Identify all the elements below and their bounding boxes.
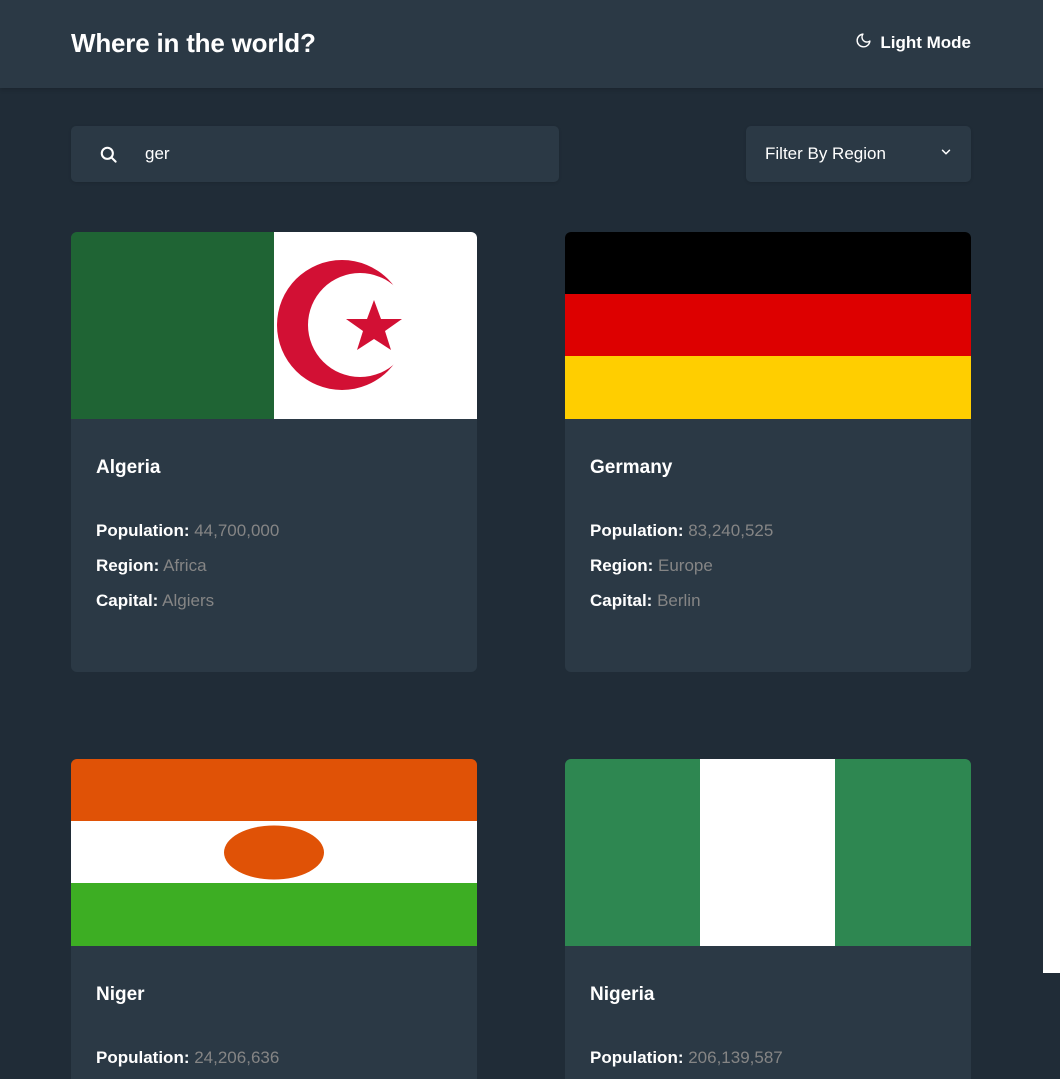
population-row: Population: 24,206,636 <box>96 1040 452 1075</box>
chevron-down-icon <box>939 144 953 164</box>
population-label: Population: <box>96 521 190 540</box>
population-label: Population: <box>96 1048 190 1067</box>
population-row: Population: 83,240,525 <box>590 513 946 548</box>
region-value: Africa <box>163 556 207 575</box>
population-value: 206,139,587 <box>688 1048 783 1067</box>
app-header: Where in the world? Light Mode <box>0 0 1043 88</box>
country-name: Niger <box>96 984 145 1005</box>
country-card-germany[interactable]: Germany Population: 83,240,525 Region: E… <box>565 232 971 672</box>
capital-value: Berlin <box>657 591 701 610</box>
search-box[interactable] <box>71 126 559 182</box>
theme-toggle-button[interactable]: Light Mode <box>855 32 971 54</box>
germany-flag-image <box>565 232 971 419</box>
capital-row: Capital: Berlin <box>590 583 946 618</box>
country-card-niger[interactable]: Niger Population: 24,206,636 <box>71 759 477 1079</box>
nigeria-flag-image <box>565 759 971 946</box>
niger-flag-image <box>71 759 477 946</box>
capital-label: Capital: <box>96 591 159 610</box>
search-icon <box>71 145 145 164</box>
population-value: 83,240,525 <box>688 521 774 540</box>
page-background <box>1043 973 1060 1079</box>
theme-toggle-label: Light Mode <box>880 33 971 52</box>
population-value: 44,700,000 <box>194 521 280 540</box>
search-input[interactable] <box>145 144 525 164</box>
region-row: Region: Europe <box>590 548 946 583</box>
algeria-flag-image <box>71 232 477 419</box>
capital-row: Capital: Algiers <box>96 583 452 618</box>
population-row: Population: 206,139,587 <box>590 1040 946 1075</box>
app-title: Where in the world? <box>71 28 316 58</box>
country-name: Algeria <box>96 457 161 478</box>
region-label: Region: <box>590 556 654 575</box>
population-value: 24,206,636 <box>194 1048 280 1067</box>
country-name: Nigeria <box>590 984 655 1005</box>
region-label: Region: <box>96 556 160 575</box>
country-name: Germany <box>590 457 673 478</box>
population-row: Population: 44,700,000 <box>96 513 452 548</box>
region-filter-dropdown[interactable]: Filter By Region <box>746 126 971 182</box>
region-row: Region: Africa <box>96 548 452 583</box>
country-card-nigeria[interactable]: Nigeria Population: 206,139,587 <box>565 759 971 1079</box>
scrollbar-track[interactable] <box>1043 0 1060 973</box>
moon-icon <box>855 32 872 54</box>
region-value: Europe <box>658 556 713 575</box>
capital-value: Algiers <box>162 591 215 610</box>
population-label: Population: <box>590 521 684 540</box>
country-card-algeria[interactable]: Algeria Population: 44,700,000 Region: A… <box>71 232 477 672</box>
capital-label: Capital: <box>590 591 653 610</box>
population-label: Population: <box>590 1048 684 1067</box>
region-filter-label: Filter By Region <box>765 144 886 163</box>
